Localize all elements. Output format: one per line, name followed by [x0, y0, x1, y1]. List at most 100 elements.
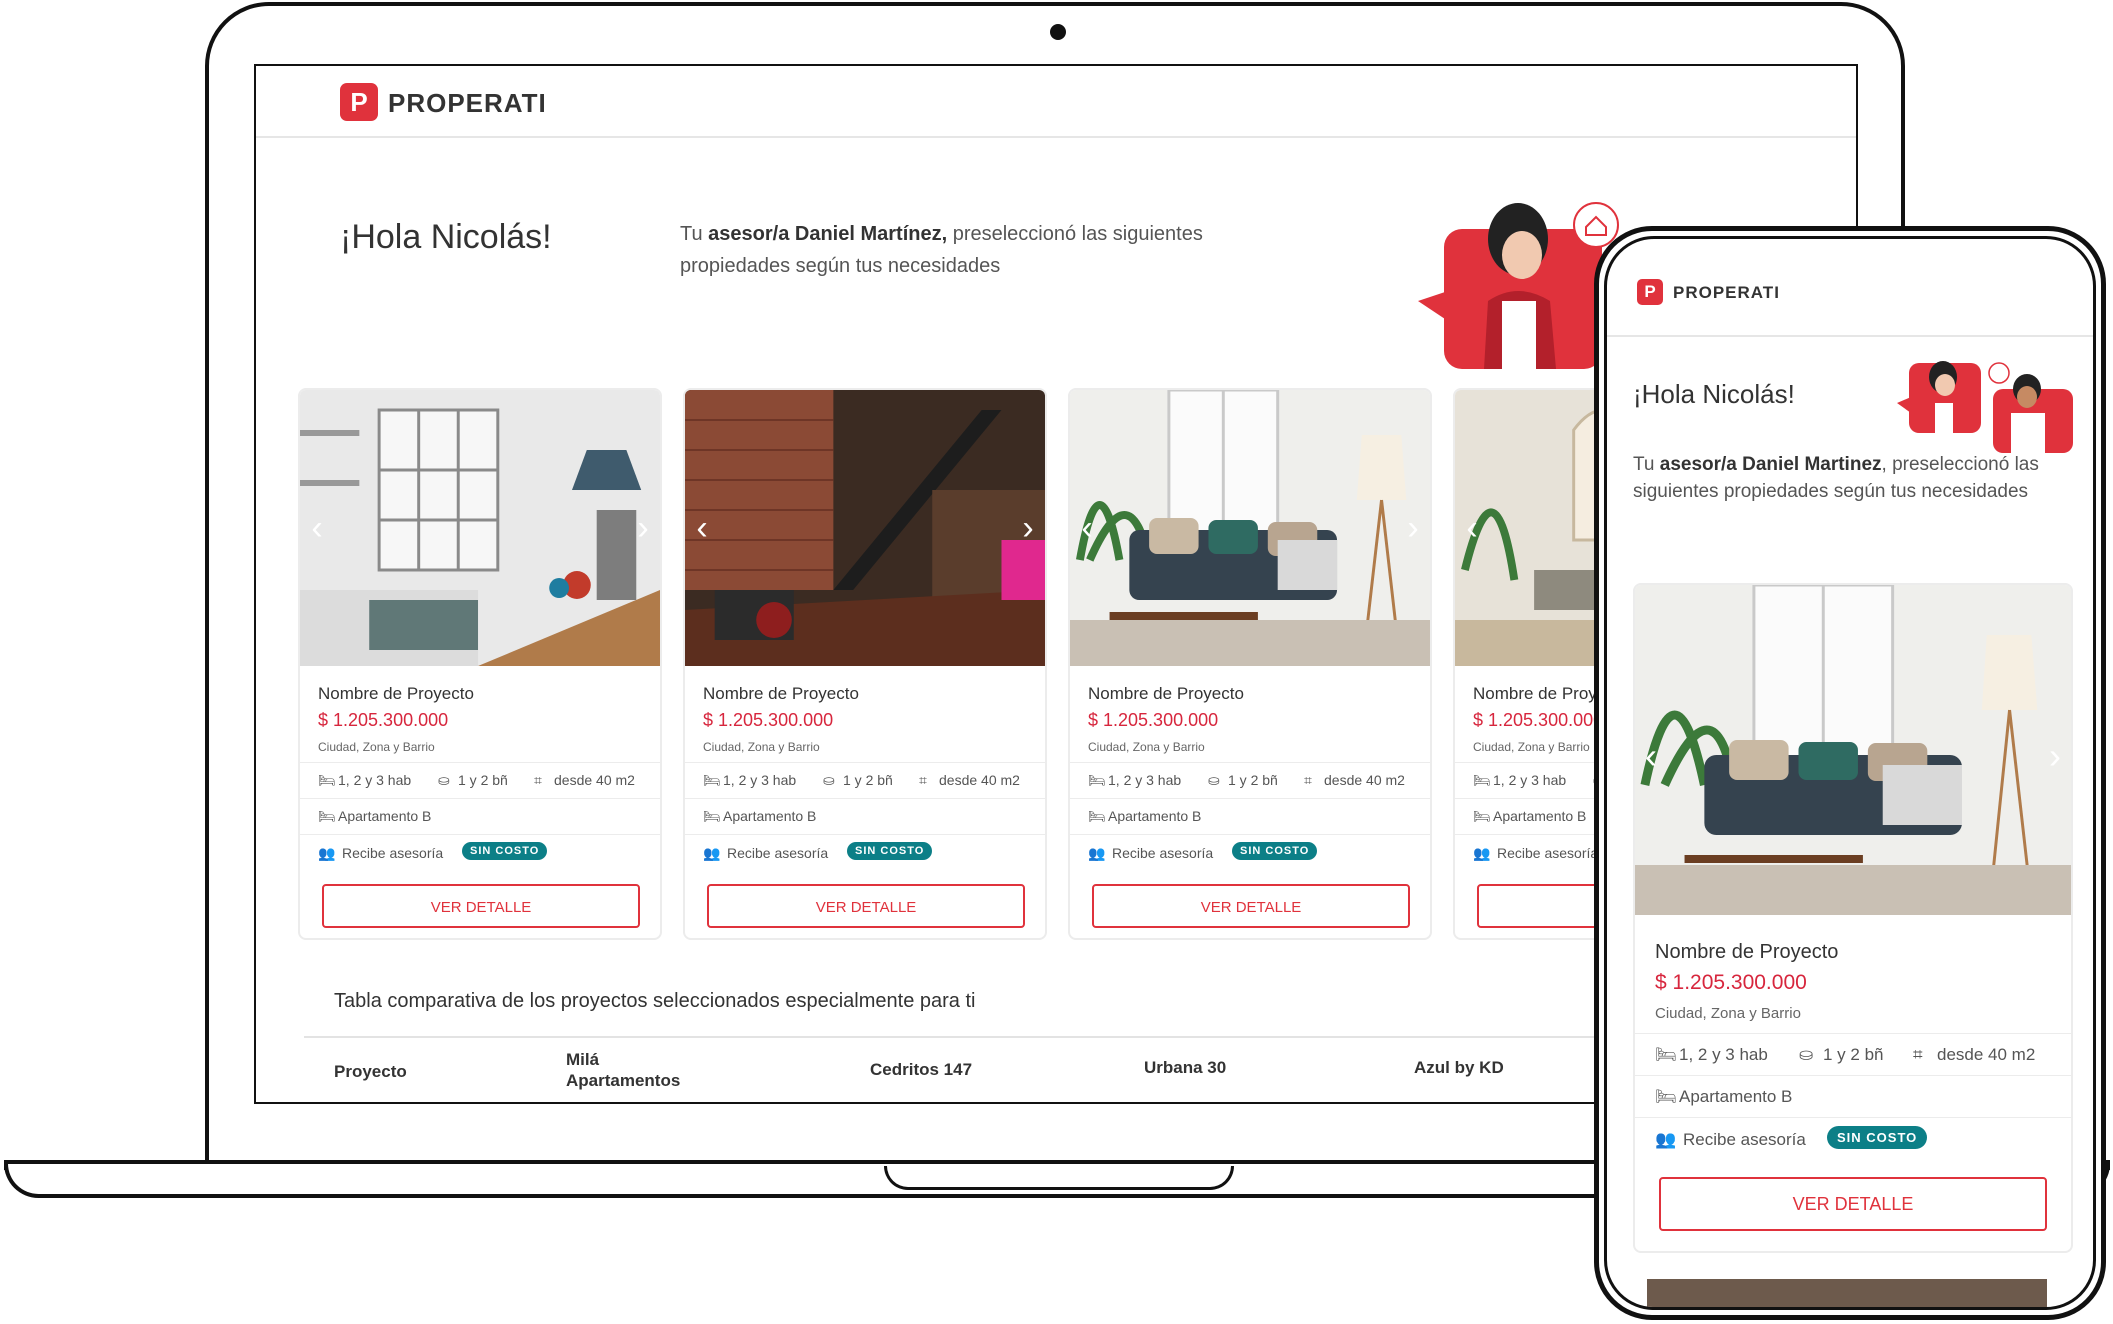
view-detail-button[interactable]: VER DETALLE [1092, 884, 1410, 928]
unit-value: Apartamento B [1493, 808, 1587, 824]
unit-value: Apartamento B [1108, 808, 1202, 824]
advisor-intro: Tu asesor/a Daniel Martínez, preseleccio… [680, 218, 1280, 282]
features-row: 🛏 1, 2 y 3 hab ⛀ 1 y 2 bñ ⌗ desde 40 m2 [685, 762, 1045, 799]
chevron-right-icon[interactable]: › [2049, 735, 2061, 777]
area-icon: ⌗ [1304, 772, 1312, 788]
unit-value: Apartamento B [1679, 1087, 1793, 1106]
advisory-label: Recibe asesoría [1112, 845, 1214, 861]
advisory-label: Recibe asesoría [727, 845, 829, 861]
property-card[interactable]: ‹ › Nombre de Proyecto $ 1.205.300.000 C… [1633, 583, 2073, 1253]
features-row: 🛏 1, 2 y 3 hab ⛀ 1 y 2 bñ ⌗ desde 40 m2 [1635, 1033, 2071, 1076]
property-photo[interactable] [685, 390, 1045, 666]
project-location: Ciudad, Zona y Barrio [318, 740, 435, 754]
chevron-right-icon[interactable]: › [1402, 510, 1424, 546]
mobile-screen: P PROPERATI ¡Hola Nicolás! Tu asesor/a D… [1604, 236, 2096, 1310]
brand-logo-mark[interactable]: P [1637, 279, 1663, 305]
project-price: $ 1.205.300.000 [1088, 710, 1219, 730]
area-icon: ⌗ [534, 772, 542, 788]
chevron-left-icon[interactable]: ‹ [691, 510, 713, 546]
table-header-label: Proyecto [334, 1062, 407, 1081]
project-name[interactable]: Nombre de Proyecto [1088, 684, 1244, 704]
area-icon: ⌗ [1913, 1045, 1923, 1064]
brand-logo-text[interactable]: PROPERATI [388, 88, 547, 119]
project-name[interactable]: Nombre de Proyecto [318, 684, 474, 704]
area-value: desde 40 m2 [939, 772, 1020, 788]
advisor-name: asesor/a Daniel Martinez [1659, 454, 1882, 475]
advisory-label: Recibe asesoría [1497, 845, 1599, 861]
people-icon: 👥 [703, 845, 721, 861]
bed-icon: 🛏 [318, 808, 336, 824]
features-row: 🛏 1, 2 y 3 hab ⛀ 1 y 2 bñ ⌗ desde 40 m2 [1070, 762, 1430, 799]
advisory-row: 👥 Recibe asesoría SIN COSTO [1635, 1117, 2071, 1164]
table-column-header[interactable]: Cedritos 147 [870, 1060, 972, 1080]
chevron-left-icon[interactable]: ‹ [306, 510, 328, 546]
area-value: desde 40 m2 [1937, 1045, 2036, 1064]
unit-row: 🛏 Apartamento B [685, 798, 1045, 835]
advisory-row: 👥 Recibe asesoría SIN COSTO [685, 834, 1045, 875]
project-price: $ 1.205.300.000 [1655, 971, 1807, 994]
project-name[interactable]: Nombre de Proyecto [1655, 941, 1838, 964]
brand-logo-text[interactable]: PROPERATI [1673, 283, 1780, 303]
property-card[interactable]: ‹ › Nombre de Proyecto $ 1.205.300.000 C… [1068, 388, 1432, 940]
baths-value: 1 y 2 bñ [1228, 772, 1278, 788]
chevron-right-icon[interactable]: › [1017, 510, 1039, 546]
baths-value: 1 y 2 bñ [458, 772, 508, 788]
project-location: Ciudad, Zona y Barrio [1655, 1005, 1801, 1022]
unit-row: 🛏 Apartamento B [300, 798, 660, 835]
area-value: desde 40 m2 [554, 772, 635, 788]
rooms-value: 1, 2 y 3 hab [1493, 772, 1567, 788]
laptop-notch [884, 1166, 1234, 1190]
area-value: desde 40 m2 [1324, 772, 1405, 788]
property-photo[interactable] [300, 390, 660, 666]
chevron-right-icon[interactable]: › [632, 510, 654, 546]
project-location: Ciudad, Zona y Barrio [1473, 740, 1590, 754]
project-location: Ciudad, Zona y Barrio [1088, 740, 1205, 754]
chevron-left-icon[interactable]: ‹ [1076, 510, 1098, 546]
comparison-table-title: Tabla comparativa de los proyectos selec… [334, 990, 976, 1012]
rooms-value: 1, 2 y 3 hab [1108, 772, 1182, 788]
property-card[interactable]: ‹ › Nombre de Proyecto $ 1.205.300.000 C… [683, 388, 1047, 940]
status-badge: SIN COSTO [1232, 842, 1318, 860]
unit-row: 🛏 Apartamento B [1070, 798, 1430, 835]
bath-icon: ⛀ [823, 772, 835, 788]
people-icon: 👥 [318, 845, 336, 861]
greeting-heading: ¡Hola Nicolás! [1633, 379, 1795, 409]
rooms-value: 1, 2 y 3 hab [723, 772, 797, 788]
unit-value: Apartamento B [723, 808, 817, 824]
chevron-left-icon[interactable]: ‹ [1645, 735, 1657, 777]
view-detail-button[interactable]: VER DETALLE [322, 884, 640, 928]
greeting-heading: ¡Hola Nicolás! [340, 218, 552, 256]
bath-icon: ⛀ [1799, 1045, 1814, 1064]
property-photo[interactable] [1635, 585, 2071, 915]
brand-logo-mark[interactable]: P [340, 83, 378, 121]
advisory-label: Recibe asesoría [342, 845, 444, 861]
site-header: P PROPERATI [256, 66, 1856, 138]
advisor-name: asesor/a Daniel Martínez, [708, 223, 948, 245]
advisory-row: 👥 Recibe asesoría SIN COSTO [1070, 834, 1430, 875]
table-column-header[interactable]: Milá Apartamentos [566, 1049, 686, 1091]
project-name[interactable]: Nombre de Proyecto [703, 684, 859, 704]
table-column-header[interactable]: Urbana 30 [1144, 1058, 1226, 1078]
view-detail-button[interactable]: VER DETALLE [1659, 1177, 2047, 1231]
view-detail-button[interactable]: VER DETALLE [707, 884, 1025, 928]
people-icon: 👥 [1088, 845, 1106, 861]
intro-prefix: Tu [1633, 454, 1660, 475]
project-price: $ 1.205.300.000 [703, 710, 834, 730]
advisor-intro: Tu asesor/a Daniel Martinez, preseleccio… [1633, 451, 2063, 505]
project-location: Ciudad, Zona y Barrio [703, 740, 820, 754]
baths-value: 1 y 2 bñ [843, 772, 893, 788]
intro-prefix: Tu [680, 223, 709, 245]
next-card-photo-peek [1647, 1279, 2047, 1307]
property-photo[interactable] [1070, 390, 1430, 666]
advisory-row: 👥 Recibe asesoría SIN COSTO [300, 834, 660, 875]
table-column-header[interactable]: Azul by KD [1414, 1058, 1504, 1078]
bed-icon: 🛏 [1473, 772, 1491, 788]
property-card[interactable]: ‹ › Nombre de Proyecto $ 1.205.300.000 C… [298, 388, 662, 940]
status-badge: SIN COSTO [847, 842, 933, 860]
laptop-camera [1050, 24, 1066, 40]
status-badge: SIN COSTO [1827, 1126, 1928, 1149]
advisor-illustration [1897, 361, 2073, 453]
chevron-left-icon[interactable]: ‹ [1461, 510, 1483, 546]
bed-icon: 🛏 [703, 772, 721, 788]
people-icon: 👥 [1655, 1130, 1677, 1149]
